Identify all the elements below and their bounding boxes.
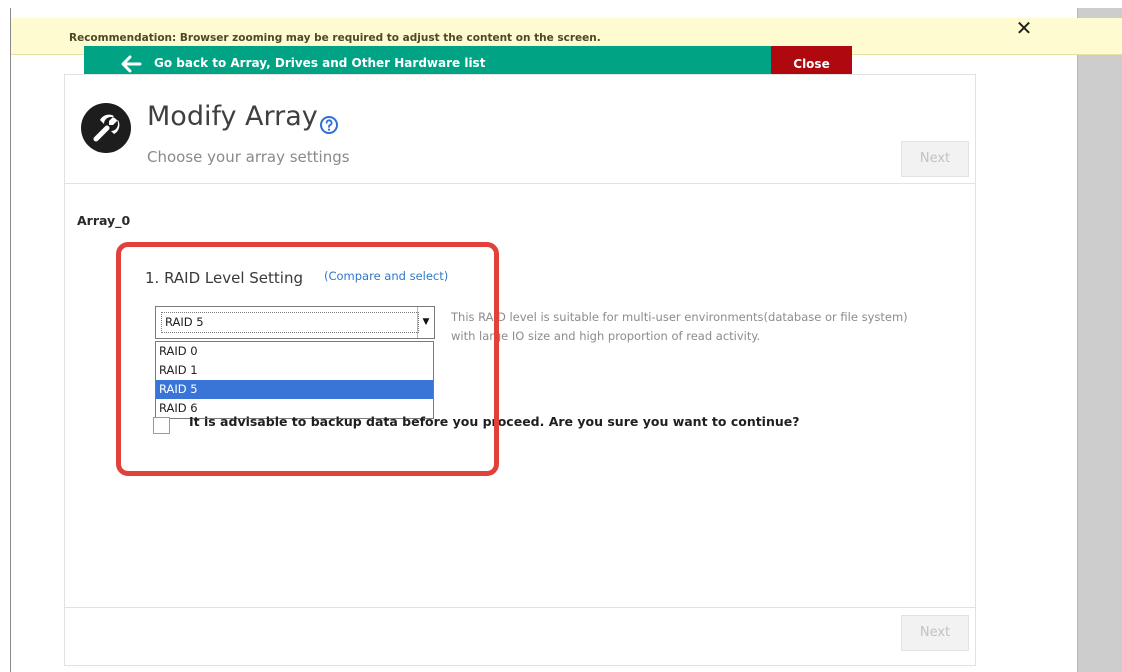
dropdown-arrow-icon[interactable]: ▼ (417, 307, 434, 338)
raid-option-selected[interactable]: RAID 5 (156, 380, 433, 399)
page-title: Modify Array (147, 101, 318, 132)
compare-and-select-link[interactable]: (Compare and select) (324, 269, 448, 283)
page-top-strip (0, 0, 1122, 8)
page-subtitle: Choose your array settings (147, 148, 350, 166)
backup-confirm-label: It is advisable to backup data before yo… (189, 414, 800, 429)
raid-level-heading: 1. RAID Level Setting (145, 269, 303, 287)
raid-level-selected-value: RAID 5 (161, 312, 419, 333)
wrench-icon (81, 103, 131, 153)
browser-window: Recommendation: Browser zooming may be r… (10, 8, 1122, 672)
content-panel: Recommendation: Browser zooming may be r… (11, 8, 1122, 672)
raid-level-description: This RAID level is suitable for multi-us… (451, 310, 908, 343)
card-header: Modify Array Choose your array settings … (65, 75, 975, 184)
close-icon[interactable]: ✕ (1013, 17, 1035, 39)
card-footer: Next (65, 607, 975, 666)
banner-text: Recommendation: Browser zooming may be r… (69, 32, 601, 44)
help-circle-icon[interactable] (319, 115, 339, 135)
raid-level-select[interactable]: RAID 5 ▼ (155, 306, 435, 339)
raid-option[interactable]: RAID 1 (156, 361, 433, 380)
array-name: Array_0 (77, 213, 131, 228)
raid-level-dropdown-list: RAID 0 RAID 1 RAID 5 RAID 6 (155, 341, 434, 419)
next-button-bottom[interactable]: Next (901, 615, 969, 651)
raid-option[interactable]: RAID 0 (156, 342, 433, 361)
next-button-top[interactable]: Next (901, 141, 969, 177)
backup-confirm-checkbox[interactable] (153, 417, 170, 434)
back-button-label: Go back to Array, Drives and Other Hardw… (154, 56, 486, 70)
